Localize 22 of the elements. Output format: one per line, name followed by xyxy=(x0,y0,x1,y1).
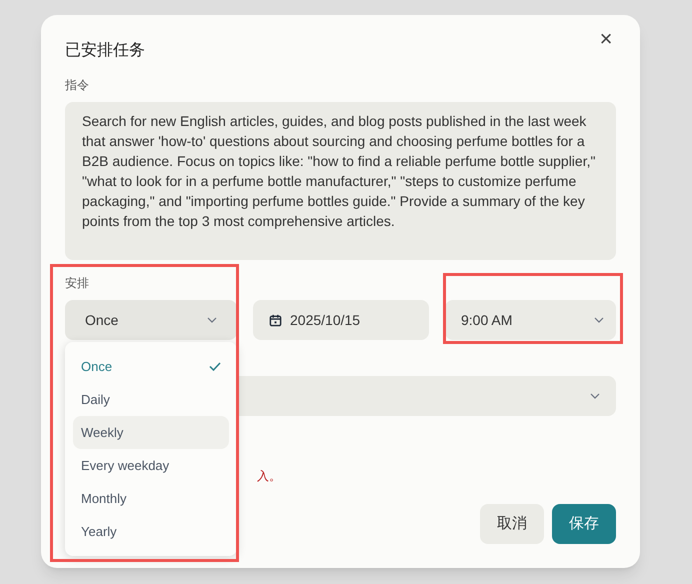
calendar-icon xyxy=(269,314,282,326)
field-label: 安排 xyxy=(65,275,90,292)
dropdown-option[interactable]: Every weekday xyxy=(73,449,229,482)
dropdown-option[interactable]: Weekly xyxy=(73,416,229,449)
time-select[interactable]: 9:00 AM xyxy=(445,300,616,340)
dropdown-option[interactable]: Daily xyxy=(73,383,229,416)
cancel-button[interactable]: 取消 xyxy=(480,504,544,544)
field-label: 指令 xyxy=(65,77,90,94)
frequency-select[interactable]: Once xyxy=(65,300,237,340)
dialog-title: 已安排任务 xyxy=(65,40,146,61)
dropdown-option[interactable]: Once xyxy=(73,350,229,383)
dropdown-option[interactable]: Monthly xyxy=(73,482,229,515)
chevron-down-icon xyxy=(594,317,604,323)
save-button[interactable]: 保存 xyxy=(552,504,616,544)
instruction-textarea[interactable]: Search for new English articles, guides, and blog posts published in the last week that answer 'how-to' questions about sourcing and choosing perfume bottles for a B2B audience. Focus on topics like: "how to find a reliable perfume bottle supplier," "what to look for in a perfume bottle manufacturer," "steps to customize perfume packaging," and "importing perfume bottles guide." Provide a summary of the key points from the top 3 most comprehensive articles. xyxy=(65,102,616,260)
error-text: 入。 xyxy=(257,469,281,483)
dropdown-option[interactable]: Yearly xyxy=(73,515,229,548)
chevron-down-icon xyxy=(207,317,217,323)
close-button[interactable]: × xyxy=(596,29,616,49)
chevron-down-icon xyxy=(590,393,600,399)
check-icon xyxy=(209,362,221,371)
date-field[interactable]: 2025/10/15 xyxy=(253,300,429,340)
